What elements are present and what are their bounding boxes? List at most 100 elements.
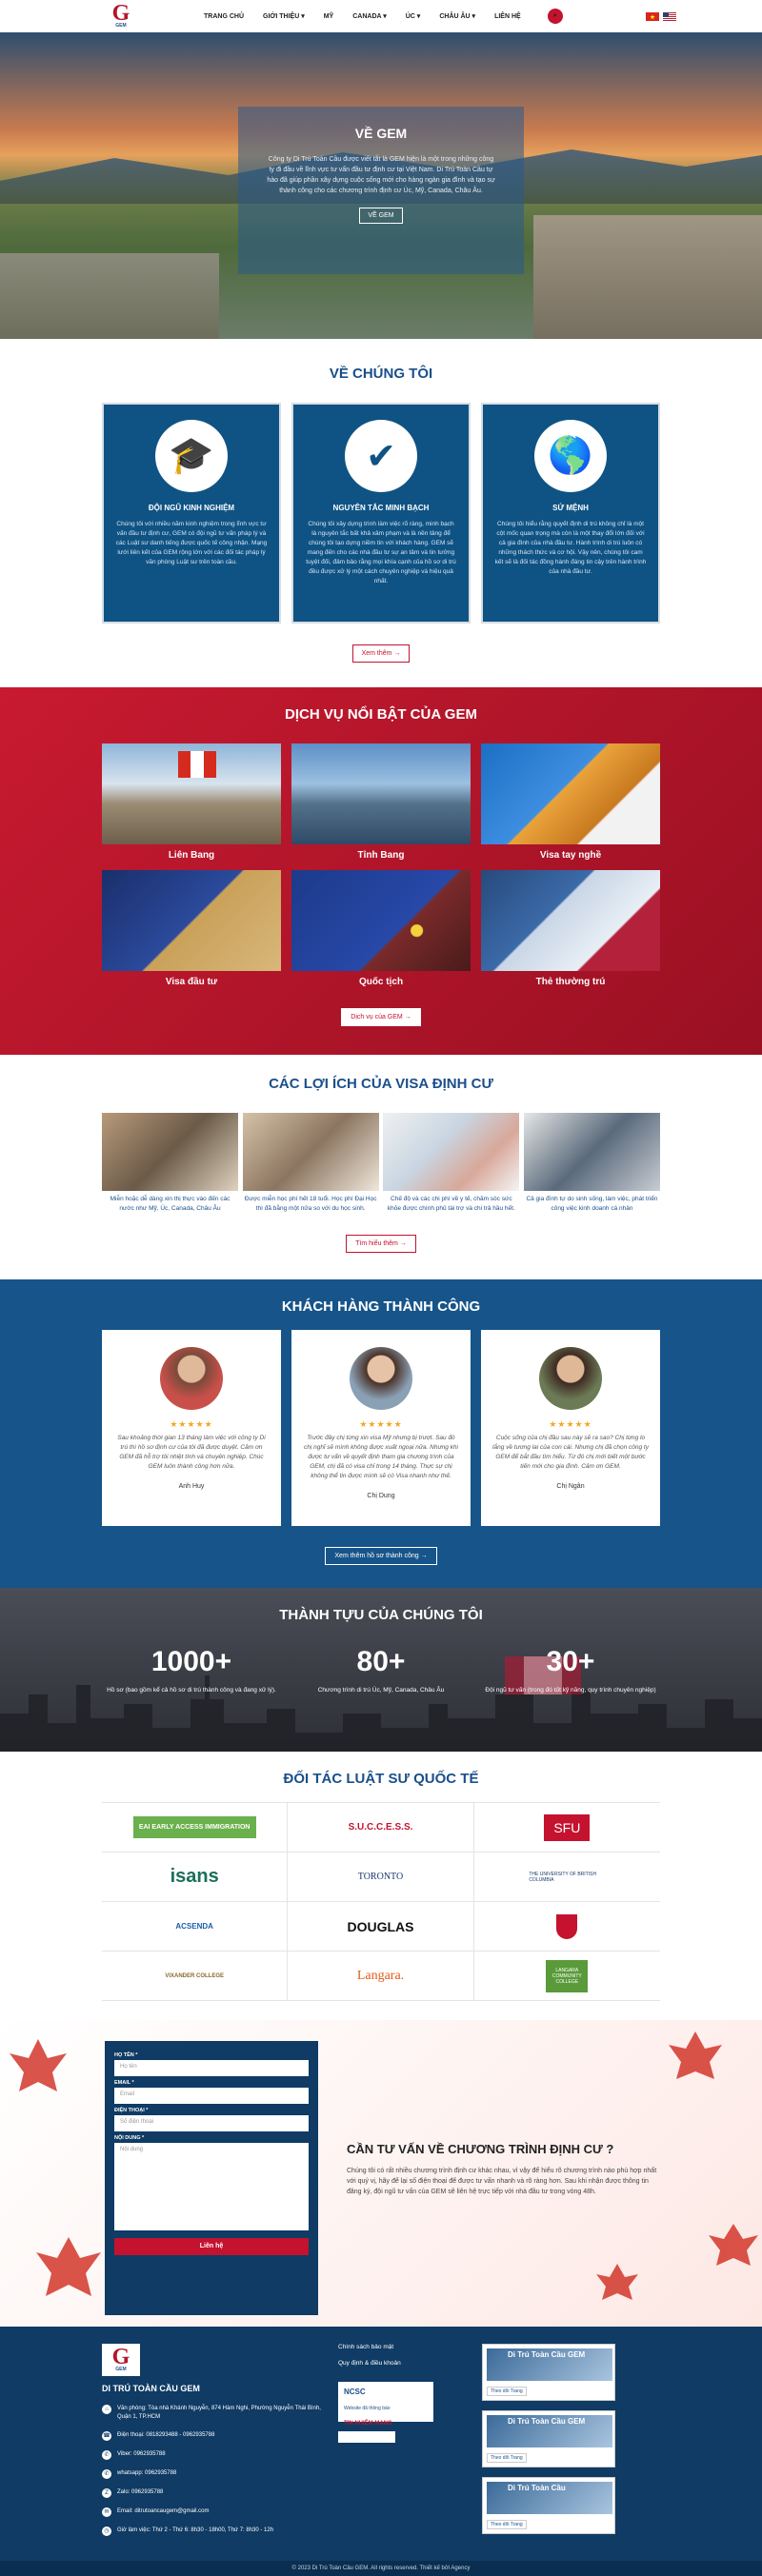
about-card-title: NGUYÊN TẮC MINH BẠCH xyxy=(332,504,430,512)
footer-address: ⌂ Văn phòng: Tòa nhà Khánh Nguyễn, 874 Hà… xyxy=(102,2405,321,2422)
partner-logo[interactable]: SFU xyxy=(473,1803,660,1853)
passport-money-image xyxy=(102,870,281,971)
facebook-page-widget[interactable]: Di Trú Toàn Cầu GEM Theo dõi Trang xyxy=(482,2410,615,2467)
learn-more-button[interactable]: Tìm hiểu thêm → xyxy=(346,1235,416,1253)
footer-email[interactable]: ✉ Email: ditrutoancaugem@gmail.com xyxy=(102,2507,321,2517)
email-field[interactable]: Email xyxy=(114,2088,309,2104)
consultation-text: Chúng tôi có rất nhiều chương trình định… xyxy=(347,2168,657,2195)
zalo-icon: Z xyxy=(102,2488,111,2498)
location-icon: ⌂ xyxy=(102,2405,111,2414)
footer-zalo[interactable]: Z Zalo: 0962935788 xyxy=(102,2488,321,2498)
partner-logo[interactable]: EAI EARLY ACCESS IMMIGRATION xyxy=(102,1803,289,1853)
follow-page-button[interactable]: Theo dõi Trang xyxy=(487,2387,527,2396)
service-label: Thẻ thường trú xyxy=(535,977,606,987)
name-label: HỌ TÊN * xyxy=(114,2052,138,2058)
dmca-badge[interactable] xyxy=(338,2431,395,2443)
logo-text: GEM xyxy=(115,23,127,29)
about-gem-button[interactable]: VỀ GEM xyxy=(359,208,403,224)
partners-title: ĐỐI TÁC LUẬT SƯ QUỐC TẾ xyxy=(283,1771,479,1787)
benefit-text: Được miễn học phí hết 18 tuổi. Học phí Đ… xyxy=(244,1196,377,1212)
content-label: NỘI DUNG * xyxy=(114,2135,145,2141)
site-logo[interactable]: G GEM xyxy=(105,2,137,30)
nav-home[interactable]: TRANG CHỦ xyxy=(204,13,244,20)
main-nav: TRANG CHỦ GIỚI THIỆU ▾ MỸ CANADA ▾ ÚC ▾ … xyxy=(204,9,563,24)
avatar xyxy=(350,1347,412,1410)
service-item-green-card[interactable]: Thẻ thường trú xyxy=(481,870,660,987)
site-header: G GEM TRANG CHỦ GIỚI THIỆU ▾ MỸ CANADA ▾… xyxy=(0,0,762,32)
nav-about[interactable]: GIỚI THIỆU ▾ xyxy=(263,12,305,20)
achievement-text: Đội ngũ tư vấn (trong đó tốt kỹ năng, qu… xyxy=(485,1687,656,1694)
partner-logo[interactable]: DOUGLAS xyxy=(288,1902,474,1952)
testimonials-section: KHÁCH HÀNG THÀNH CÔNG ★★★★★ Sau khoảng t… xyxy=(0,1279,762,1588)
phone-field[interactable]: Số điện thoại xyxy=(114,2115,309,2131)
phone-label: ĐIỆN THOẠI * xyxy=(114,2108,149,2113)
facebook-page-widget[interactable]: Di Trú Toàn Cầu Theo dõi Trang xyxy=(482,2477,615,2534)
partner-logo[interactable]: S.U.C.C.E.S.S. xyxy=(288,1803,474,1853)
see-more-button[interactable]: Xem thêm → xyxy=(351,644,411,663)
about-card-title: ĐỘI NGŨ KINH NGHIỆM xyxy=(148,504,235,512)
partner-logo[interactable]: TORONTO xyxy=(288,1853,474,1902)
name-field[interactable]: Họ tên xyxy=(114,2060,309,2076)
submit-button[interactable]: Liên hệ xyxy=(114,2238,309,2255)
hero-card: VỀ GEM Công ty Di Trú Toàn Cầu được viết… xyxy=(238,107,524,274)
partner-logo[interactable]: THE UNIVERSITY OF BRITISH COLUMBIA xyxy=(473,1853,660,1902)
workers-image xyxy=(481,743,660,844)
privacy-policy-link[interactable]: Chính sách bảo mật xyxy=(338,2344,462,2350)
logo-mark: G xyxy=(111,1,130,26)
testimonials-title: KHÁCH HÀNG THÀNH CÔNG xyxy=(281,1298,481,1315)
nav-europe[interactable]: CHÂU ÂU ▾ xyxy=(439,12,475,20)
success-stories-button[interactable]: Xem thêm hồ sơ thành công → xyxy=(325,1547,437,1565)
about-card: 🎓 ĐỘI NGŨ KINH NGHIỆM Chúng tôi với nhiề… xyxy=(102,403,281,624)
vietnam-flag-icon[interactable] xyxy=(646,11,659,21)
green-card-image xyxy=(481,870,660,971)
footer-contact: G GEM DI TRÚ TOÀN CẦU GEM ⌂ Văn phòng: Tòa… xyxy=(102,2344,321,2546)
whatsapp-icon: ✆ xyxy=(102,2469,111,2479)
achievement-item: 30+ Đội ngũ tư vấn (trong đó tốt kỹ năng… xyxy=(481,1646,660,1695)
service-item-provincial[interactable]: Tỉnh Bang xyxy=(291,743,471,861)
partner-logo[interactable]: Langara. xyxy=(288,1952,474,2001)
contact-form: HỌ TÊN * Họ tên EMAIL * Email ĐIỆN THOẠI… xyxy=(105,2041,318,2315)
consultation-text-block: CẦN TƯ VẤN VỀ CHƯƠNG TRÌNH ĐỊNH CƯ ? Chú… xyxy=(347,2142,661,2197)
footer-company-name: DI TRÚ TOÀN CẦU GEM xyxy=(102,2384,200,2393)
partner-logo[interactable]: ACSENDA xyxy=(102,1902,289,1952)
service-item-citizenship[interactable]: Quốc tịch xyxy=(291,870,471,987)
nav-usa[interactable]: MỸ xyxy=(324,13,334,20)
viber-icon: ✆ xyxy=(102,2450,111,2460)
about-card-text: Chúng tôi xây dựng trình làm việc rõ ràn… xyxy=(306,521,456,585)
follow-page-button[interactable]: Theo dõi Trang xyxy=(487,2453,527,2463)
usa-flag-icon[interactable] xyxy=(663,11,676,21)
facebook-page-widget[interactable]: Di Trú Toàn Cầu GEM Theo dõi Trang xyxy=(482,2344,615,2401)
partner-logo[interactable]: VIXANDER COLLEGE xyxy=(102,1952,289,2001)
terms-link[interactable]: Quy định & điều khoản xyxy=(338,2360,462,2367)
hero-text: Công ty Di Trú Toàn Cầu được viết tắt là… xyxy=(267,156,495,194)
nav-contact[interactable]: LIÊN HỆ xyxy=(494,13,521,20)
footer-whatsapp[interactable]: ✆ whatsapp: 0962935788 xyxy=(102,2469,321,2479)
clock-icon: ◷ xyxy=(102,2526,111,2536)
service-label: Visa đầu tư xyxy=(165,977,218,987)
ncsc-badge[interactable]: NCSC Website đã thông báo TIN NHIỆM MẠNG xyxy=(338,2382,433,2427)
nav-australia[interactable]: ÚC ▾ xyxy=(406,12,421,20)
search-icon[interactable]: ⌕ xyxy=(547,9,563,24)
travel-image xyxy=(102,1113,238,1191)
service-label: Tỉnh Bang xyxy=(357,850,405,861)
partner-logo[interactable]: isans xyxy=(102,1853,289,1902)
partner-logo[interactable]: LANGARA COMMUNITY COLLEGE xyxy=(473,1952,660,2001)
services-section: DỊCH VỤ NỔI BẬT CỦA GEM Liên Bang Tỉnh B… xyxy=(0,687,762,1055)
about-card-title: SỨ MỆNH xyxy=(552,504,589,512)
partner-logo[interactable] xyxy=(473,1902,660,1952)
follow-page-button[interactable]: Theo dõi Trang xyxy=(487,2520,527,2529)
footer-phone[interactable]: ☎ Điện thoại: 0818293488 - 0962935788 xyxy=(102,2431,321,2441)
service-item-investor[interactable]: Visa đầu tư xyxy=(102,870,281,987)
achievement-text: Chương trình di trú Úc, Mỹ, Canada, Châu… xyxy=(317,1687,445,1694)
benefit-item: Chế độ và các chi phí về y tế, chăm sóc … xyxy=(383,1113,520,1214)
footer-logo: G GEM xyxy=(102,2344,140,2376)
testimonial-text: Trước đây chị từng xin visa Mỹ nhưng bị … xyxy=(304,1435,458,1479)
content-field[interactable]: Nội dung xyxy=(114,2143,309,2230)
gem-services-button[interactable]: Dịch vụ của GEM → xyxy=(341,1008,421,1026)
service-label: Liên Bang xyxy=(168,850,215,861)
service-item-skilled[interactable]: Visa tay nghề xyxy=(481,743,660,861)
achievements-section: THÀNH TỰU CỦA CHÚNG TÔI 1000+ Hồ sơ (bao… xyxy=(0,1588,762,1752)
footer-viber[interactable]: ✆ Viber: 0962935788 xyxy=(102,2450,321,2460)
nav-canada[interactable]: CANADA ▾ xyxy=(352,12,387,20)
service-item-federal[interactable]: Liên Bang xyxy=(102,743,281,861)
